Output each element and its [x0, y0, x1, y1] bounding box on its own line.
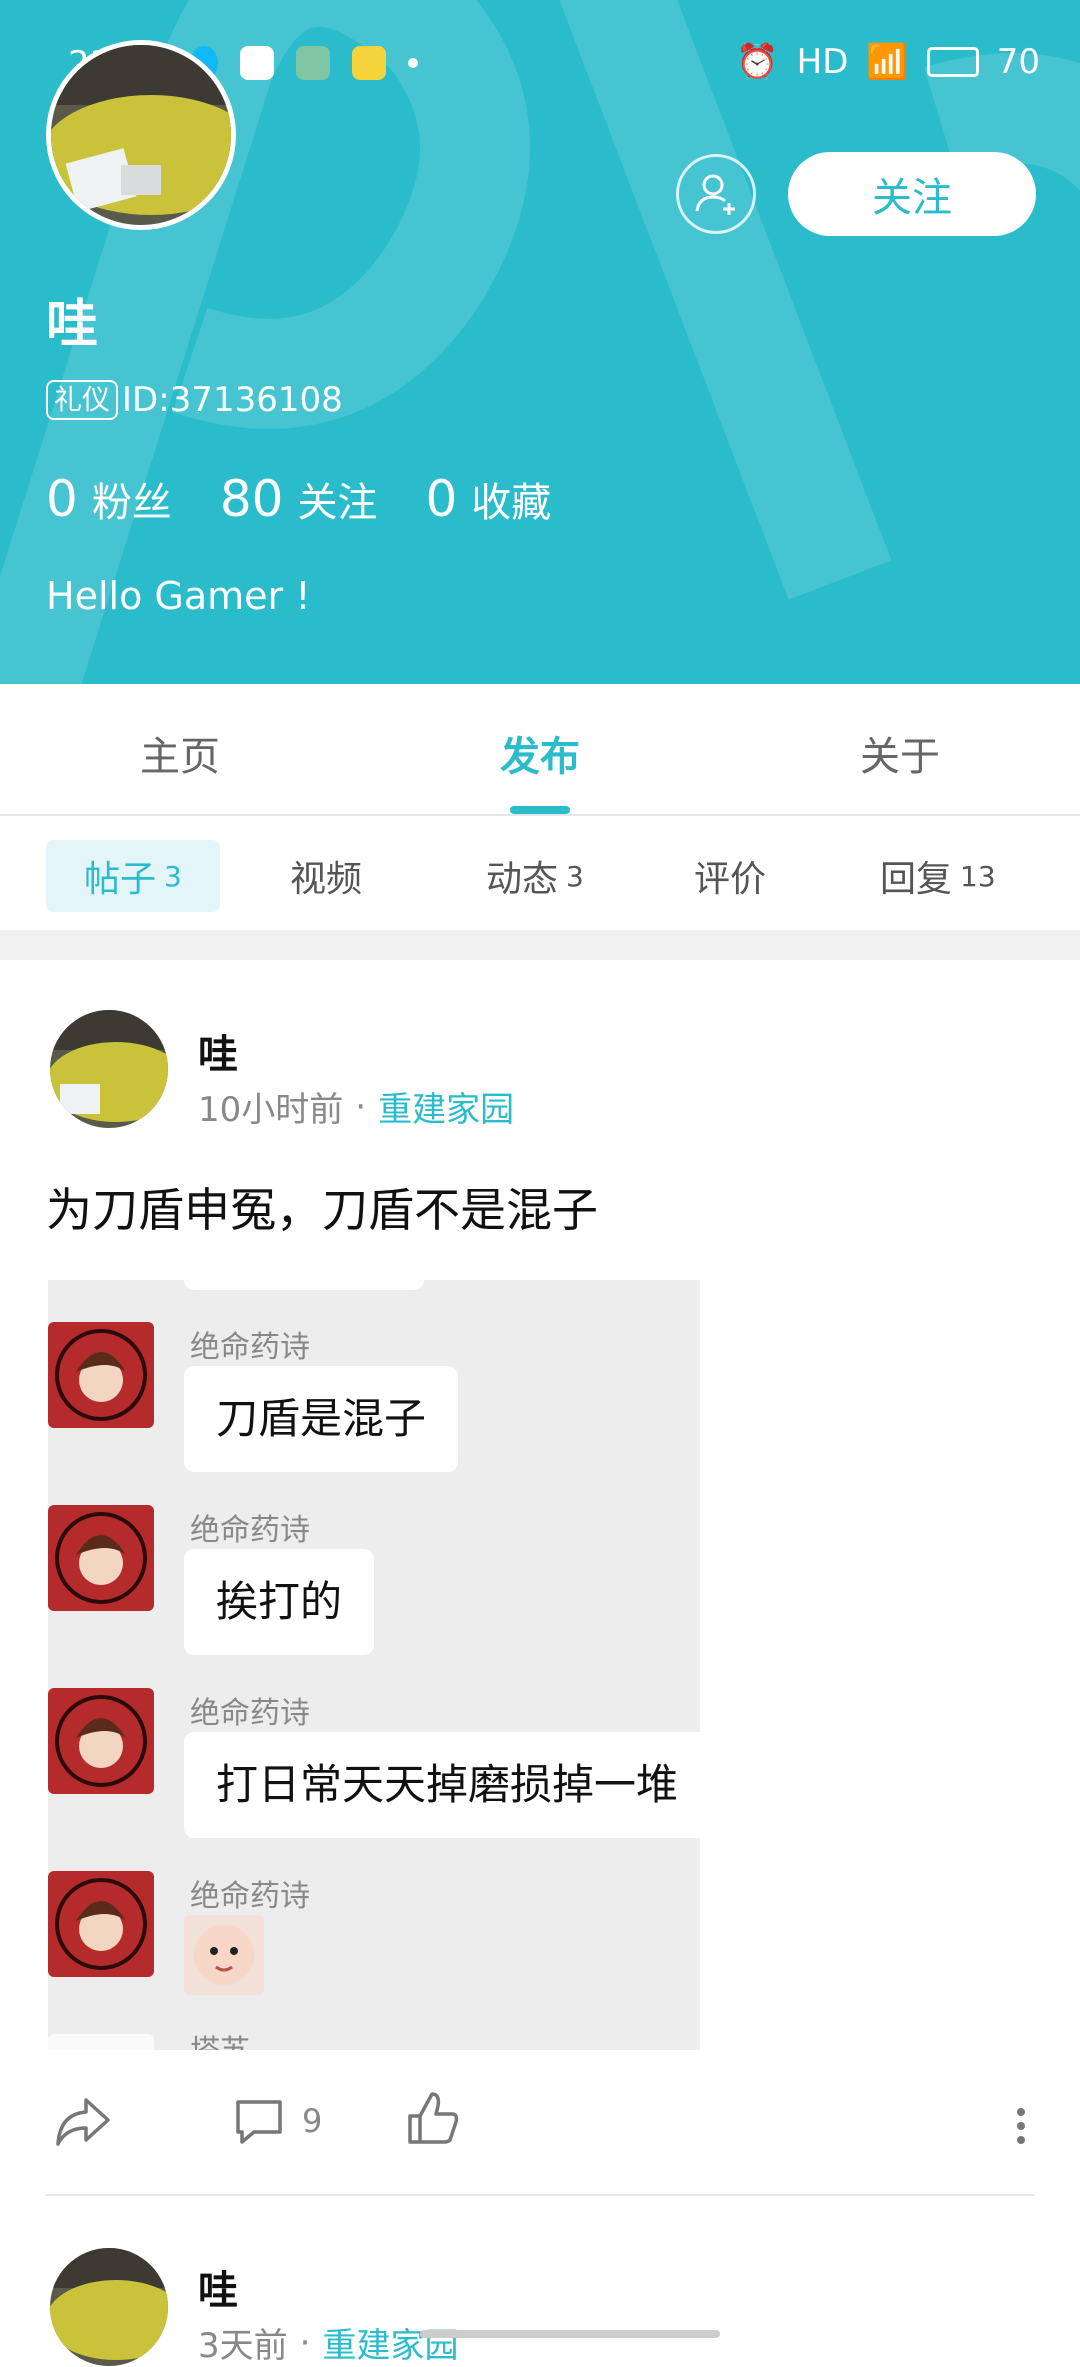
next-message-fragment: [48, 2034, 154, 2050]
chat-avatar: [48, 1688, 154, 1794]
stat-number: 0: [46, 470, 78, 528]
top-bubble-fragment: [184, 1280, 424, 1290]
post-card[interactable]: 哇 3天前 · 重建家园: [0, 2196, 1080, 2366]
subtab-replies[interactable]: 回复 13: [880, 840, 996, 912]
profile-name: 哇: [46, 295, 99, 355]
profile-avatar[interactable]: [46, 40, 236, 230]
game-icon: [296, 46, 330, 80]
chat-bubble: 刀盾是混子: [184, 1366, 459, 1472]
share-button[interactable]: [52, 2094, 114, 2150]
post-author-name[interactable]: 哇: [198, 2258, 238, 2316]
profile-bio: Hello Gamer !: [46, 574, 311, 618]
post-forum-link[interactable]: 重建家园: [322, 2318, 458, 2367]
subtab-label: 帖子: [84, 859, 157, 900]
comment-button[interactable]: 9: [232, 2094, 322, 2148]
post-time: 10小时前: [198, 1090, 344, 1130]
bilibili-icon: [240, 46, 274, 80]
sub-tabs: 帖子 3 视频 动态 3 评价 回复 13: [0, 816, 1080, 928]
post-meta: 10小时前 · 重建家园: [198, 1082, 514, 1131]
post-forum-link[interactable]: 重建家园: [378, 1082, 514, 1131]
tab-home[interactable]: 主页: [140, 724, 220, 782]
meta-dot: ·: [355, 1086, 367, 1127]
stat-number: 0: [425, 470, 458, 528]
post-image[interactable]: 绝命药诗 刀盾是混子 绝命药诗 挨打的 绝命药诗 打日常天天掉磨损掉一堆 绝命药…: [48, 1280, 700, 2050]
notification-icons: [190, 46, 418, 80]
chat-avatar: [48, 1322, 154, 1428]
subtab-label: 动态: [486, 859, 559, 900]
chat-avatar: [48, 1505, 154, 1611]
post-author-avatar[interactable]: [50, 1010, 168, 1128]
tab-posts[interactable]: 发布: [500, 724, 580, 782]
subtab-label: 视频: [290, 859, 363, 900]
share-icon: [56, 2098, 110, 2146]
chat-sender-name: 绝命药诗: [190, 1879, 310, 1914]
stat-following[interactable]: 80 关注: [220, 470, 378, 528]
post-meta: 3天前 · 重建家园: [198, 2318, 458, 2367]
subtab-moments[interactable]: 动态 3: [486, 840, 584, 912]
alarm-icon: ⏰: [736, 42, 779, 82]
add-friend-button[interactable]: [676, 154, 756, 234]
chat-bubble: 打日常天天掉磨损掉一堆: [184, 1732, 700, 1838]
comment-icon: [236, 2100, 282, 2144]
chat-sender-name: 绝命药诗: [190, 1330, 310, 1365]
like-button[interactable]: [406, 2090, 460, 2148]
meta-dot: ·: [299, 2322, 311, 2363]
post-time: 3天前: [198, 2326, 288, 2366]
subtab-videos[interactable]: 视频: [290, 840, 362, 912]
battery-icon: [926, 47, 979, 77]
follow-button[interactable]: 关注: [788, 152, 1036, 236]
post-author-avatar[interactable]: [50, 2248, 168, 2366]
stat-favorites[interactable]: 0 收藏: [425, 470, 551, 528]
signal-icon: 📶: [866, 42, 909, 82]
music-icon: [352, 46, 386, 80]
add-user-icon: [695, 174, 735, 215]
subtab-reviews[interactable]: 评价: [694, 840, 766, 912]
tab-about[interactable]: 关于: [860, 724, 940, 782]
stat-number: 80: [219, 470, 284, 528]
chat-sender-name: 绝命药诗: [190, 1513, 310, 1548]
more-options-button[interactable]: [1014, 2106, 1028, 2146]
next-sender-name: 塔苏: [190, 2026, 250, 2050]
chat-bubble: 挨打的: [184, 1549, 375, 1655]
sticker-image: [184, 1915, 264, 1995]
section-divider: [0, 930, 1080, 960]
stat-label: 收藏: [471, 480, 552, 526]
dot-icon: [408, 58, 418, 68]
battery-label: 70: [996, 42, 1040, 82]
post-title[interactable]: 为刀盾申冤，刀盾不是混子: [46, 1174, 598, 1240]
subtab-threads[interactable]: 帖子 3: [46, 840, 220, 912]
stat-label: 关注: [297, 480, 378, 526]
subtab-count: 13: [960, 859, 996, 893]
profile-stats: 0 粉丝 80 关注 0 收藏: [46, 470, 551, 528]
network-label: HD: [796, 42, 849, 82]
chat-sender-name: 绝命药诗: [190, 1696, 310, 1731]
stat-label: 粉丝: [91, 480, 172, 526]
etiquette-badge: 礼仪: [46, 380, 119, 420]
stat-fans[interactable]: 0 粉丝: [46, 470, 172, 528]
thumbs-up-icon: [408, 2092, 459, 2144]
subtab-count: 3: [566, 859, 584, 893]
post-author-name[interactable]: 哇: [198, 1022, 238, 1080]
profile-id-row: 礼仪 ID:37136108: [46, 380, 343, 420]
subtab-label: 评价: [694, 859, 767, 900]
status-right: ⏰ HD 📶 70: [736, 42, 1040, 82]
more-vertical-icon: [1017, 2108, 1025, 2144]
home-indicator: [420, 2330, 720, 2338]
profile-header: 23:20 ⏰ HD 📶 70 关注: [0, 0, 1080, 684]
profile-id: ID:37136108: [122, 380, 343, 420]
main-tabs: 主页 发布 关于: [0, 684, 1080, 816]
active-tab-indicator: [510, 806, 570, 814]
post-actions: 9: [0, 2084, 1080, 2164]
comment-count: 9: [302, 2102, 323, 2140]
subtab-count: 3: [164, 859, 182, 893]
chat-avatar: [48, 1871, 154, 1977]
subtab-label: 回复: [880, 859, 953, 900]
